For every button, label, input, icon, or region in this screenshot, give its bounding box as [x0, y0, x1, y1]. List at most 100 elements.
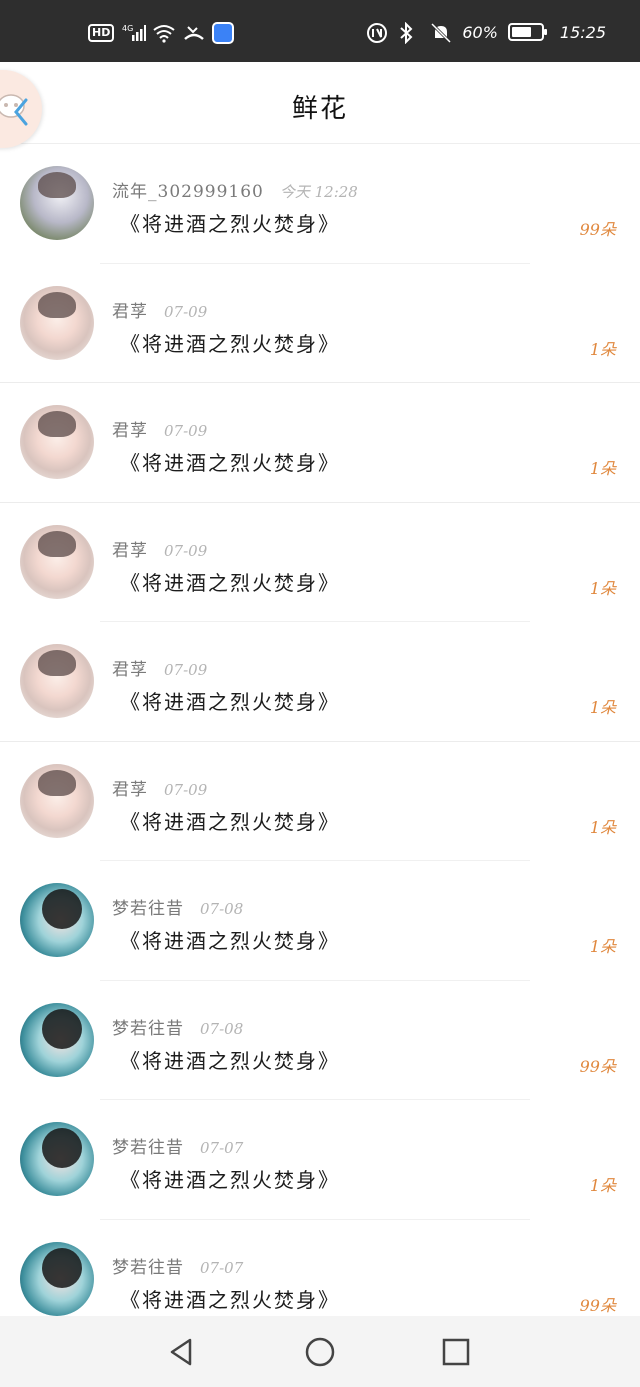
- flower-count: 1朵: [589, 1176, 616, 1195]
- sender-name-text: 流年_302999160: [112, 182, 264, 202]
- signal-icon: 4G: [122, 23, 147, 43]
- list-item[interactable]: 梦若往昔 07-07 《将进酒之烈火焚身》 1朵: [0, 1100, 640, 1220]
- avatar[interactable]: [20, 1002, 94, 1077]
- missed-call-icon: [182, 23, 205, 43]
- timestamp: 07-08: [200, 900, 244, 918]
- battery-icon: [507, 23, 547, 41]
- flower-count: 1朵: [589, 817, 616, 837]
- sender-name-text: 君莩: [112, 540, 148, 561]
- triangle-back-icon[interactable]: [166, 1336, 198, 1368]
- avatar-hair: [38, 650, 76, 676]
- book-title: 《将进酒之烈火焚身》: [120, 1048, 340, 1073]
- list-item[interactable]: 君莩 07-09 《将进酒之烈火焚身》 1朵: [0, 383, 640, 503]
- flower-count: 1朵: [589, 459, 616, 478]
- hd-badge: HD: [88, 24, 115, 42]
- list-item[interactable]: 流年_302999160 今天 12:28 《将进酒之烈火焚身》 99朵: [0, 144, 640, 264]
- avatar[interactable]: [20, 1241, 94, 1316]
- timestamp: 07-07: [200, 1258, 244, 1277]
- book-title: 《将进酒之烈火焚身》: [120, 1168, 340, 1192]
- sender-name-text: 君莩: [112, 779, 148, 800]
- flower-count: 99朵: [579, 220, 616, 239]
- timestamp: 07-09: [164, 780, 208, 799]
- list-item[interactable]: 梦若往昔 07-07 《将进酒之烈火焚身》 99朵: [0, 1220, 640, 1317]
- avatar-hair: [42, 889, 82, 929]
- book-title: 《将进酒之烈火焚身》: [120, 212, 340, 236]
- book-title: 《将进酒之烈火焚身》: [120, 451, 340, 475]
- avatar[interactable]: [20, 644, 94, 718]
- list-item[interactable]: 君莩 07-09 《将进酒之烈火焚身》 1朵: [0, 503, 640, 622]
- book-title: 《将进酒之烈火焚身》: [120, 690, 340, 714]
- status-right: 60% 15:25: [366, 21, 606, 45]
- sender-name-text: 梦若往昔: [112, 1257, 184, 1278]
- app-header: 鲜花: [0, 62, 640, 148]
- book-title: 《将进酒之烈火焚身》: [120, 929, 340, 953]
- sender-name: 君莩 07-09: [112, 297, 207, 322]
- list-item[interactable]: 梦若往昔 07-08 《将进酒之烈火焚身》 99朵: [0, 981, 640, 1100]
- list-item[interactable]: 君莩 07-09 《将进酒之烈火焚身》 1朵: [0, 742, 640, 861]
- list-item[interactable]: 梦若往昔 07-08 《将进酒之烈火焚身》 1朵: [0, 861, 640, 981]
- avatar-hair: [38, 530, 76, 557]
- status-bar: HD 4G 60% 15:25: [0, 0, 640, 62]
- timestamp: 07-07: [200, 1139, 244, 1157]
- sender-name: 君莩 07-09: [112, 655, 207, 680]
- avatar[interactable]: [20, 285, 94, 360]
- shield-icon: [212, 22, 235, 44]
- avatar-hair: [42, 1247, 82, 1288]
- sender-name: 流年_302999160 今天 12:28: [112, 177, 358, 202]
- avatar-hair: [42, 1128, 82, 1168]
- sender-name: 君莩 07-09: [112, 536, 207, 561]
- wifi-icon: [152, 23, 175, 43]
- avatar-hair: [42, 1008, 82, 1049]
- book-title: 《将进酒之烈火焚身》: [120, 570, 340, 595]
- flower-count: 99朵: [579, 1295, 616, 1315]
- book-title: 《将进酒之烈火焚身》: [120, 809, 340, 834]
- timestamp: 07-09: [164, 661, 208, 679]
- sender-name-text: 君莩: [112, 301, 148, 322]
- square-recent-icon[interactable]: [440, 1336, 472, 1368]
- timestamp: 07-09: [164, 541, 208, 560]
- sender-name: 梦若往昔 07-08: [112, 894, 243, 919]
- book-title: 《将进酒之烈火焚身》: [120, 331, 340, 356]
- timestamp: 07-09: [164, 302, 208, 321]
- sender-name-text: 梦若往昔: [112, 1018, 184, 1039]
- avatar[interactable]: [20, 405, 94, 479]
- list-item[interactable]: 君莩 07-09 《将进酒之烈火焚身》 1朵: [0, 622, 640, 742]
- avatar[interactable]: [20, 763, 94, 838]
- sender-name: 君莩 07-09: [112, 775, 207, 800]
- flower-count: 99朵: [579, 1056, 616, 1076]
- sender-name-text: 君莩: [112, 660, 148, 680]
- flower-count: 1朵: [589, 937, 616, 956]
- system-nav-bar: [0, 1316, 640, 1387]
- page-title: 鲜花: [291, 94, 348, 124]
- flower-count: 1朵: [589, 578, 616, 598]
- avatar[interactable]: [20, 883, 94, 957]
- flower-count: 1朵: [589, 698, 616, 717]
- sender-name-text: 梦若往昔: [112, 1138, 184, 1158]
- list-item[interactable]: 君莩 07-09 《将进酒之烈火焚身》 1朵: [0, 264, 640, 383]
- avatar-hair: [38, 291, 76, 318]
- sender-name: 梦若往昔 07-08: [112, 1014, 243, 1039]
- flower-list[interactable]: 流年_302999160 今天 12:28 《将进酒之烈火焚身》 99朵 君莩 07-09…: [0, 144, 640, 1316]
- sender-name: 君莩 07-09: [112, 416, 207, 441]
- sender-name: 梦若往昔 07-07: [112, 1253, 243, 1278]
- book-title: 《将进酒之烈火焚身》: [120, 1287, 340, 1312]
- avatar[interactable]: [20, 166, 94, 240]
- clock: 15:25: [559, 22, 606, 42]
- avatar-hair: [38, 769, 76, 796]
- timestamp: 07-08: [200, 1019, 244, 1038]
- timestamp: 今天 12:28: [279, 183, 358, 201]
- battery-percent: 60%: [462, 22, 498, 42]
- circle-home-icon[interactable]: [304, 1336, 336, 1368]
- network-label: 4G: [122, 24, 133, 33]
- avatar[interactable]: [20, 1122, 94, 1196]
- bluetooth-icon: [398, 21, 420, 45]
- avatar-hair: [38, 172, 76, 198]
- nfc-icon: [366, 22, 388, 43]
- sender-name: 梦若往昔 07-07: [112, 1133, 243, 1158]
- sender-name-text: 梦若往昔: [112, 899, 184, 919]
- sender-name-text: 君莩: [112, 421, 148, 441]
- avatar[interactable]: [20, 524, 94, 599]
- flower-count: 1朵: [589, 339, 616, 359]
- mute-bell-icon: [430, 22, 452, 44]
- timestamp: 07-09: [164, 422, 208, 440]
